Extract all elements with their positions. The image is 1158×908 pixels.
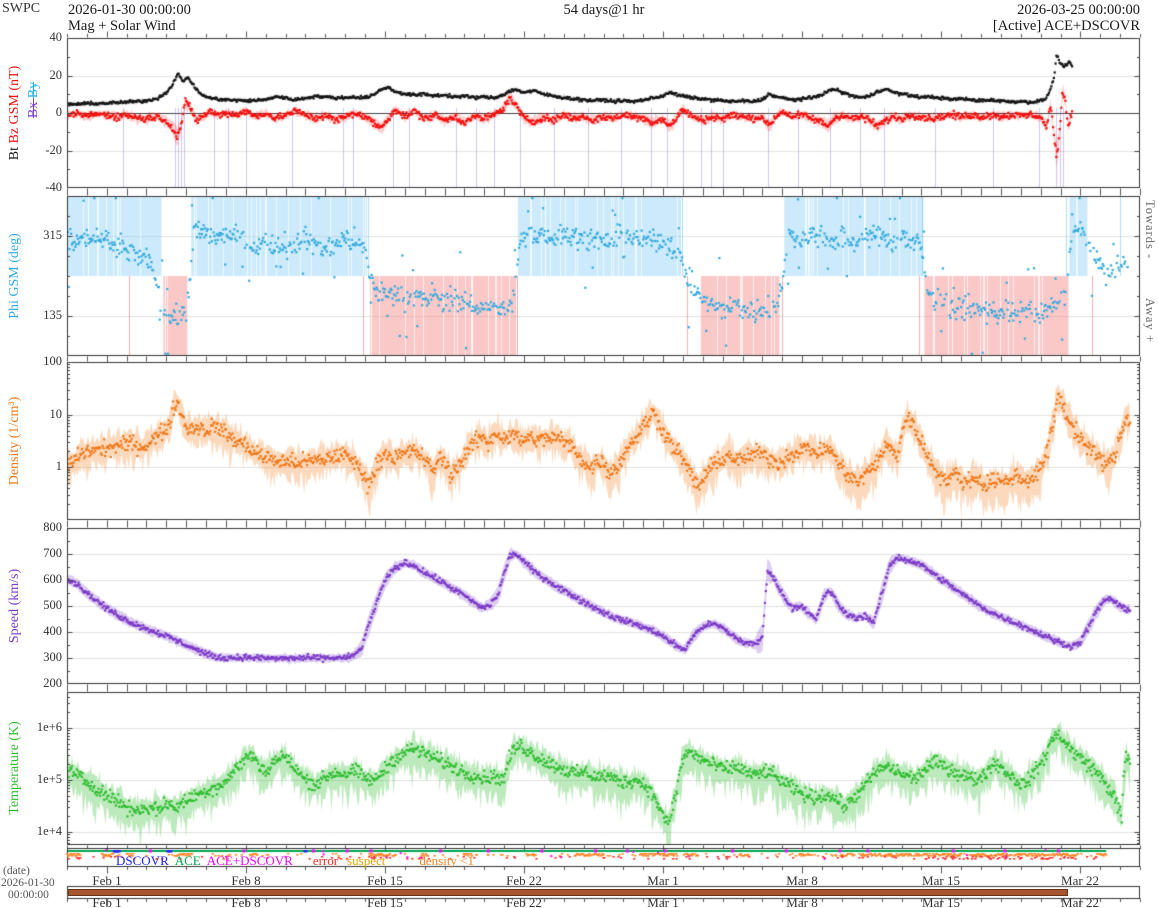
axis-start-date: 2026-01-30 — [1, 877, 55, 889]
y-tick-label: 135 — [43, 308, 62, 322]
y-tick-label: 315 — [43, 228, 62, 242]
x-tick-label: Mar 22 — [1061, 873, 1099, 888]
x-tick-label: Feb 1 — [92, 873, 122, 888]
phi-axis-label: Phi GSM (deg) — [7, 233, 22, 319]
x-tick-label: Mar 22 — [1061, 895, 1099, 908]
y-tick-label: -20 — [45, 143, 62, 157]
x-tick-label: Mar 15 — [922, 895, 960, 908]
x-tick-label: Mar 15 — [922, 873, 960, 888]
axis-start-time: 00:00:00 — [8, 889, 49, 901]
status-legend: DSCOVR ACE ACE+DSCOVR error suspect density <… — [116, 853, 474, 869]
y-tick-label: -40 — [45, 180, 62, 194]
date-axis-label: (date) — [3, 865, 30, 877]
y-tick-label: 1e+4 — [36, 824, 62, 838]
y-tick-label: 300 — [43, 650, 62, 664]
y-tick-label: 600 — [43, 572, 62, 586]
x-tick-label: Feb 15 — [367, 895, 403, 908]
y-tick-label: 1e+5 — [36, 772, 62, 786]
y-tick-label: 800 — [43, 520, 62, 534]
x-tick-label: Feb 8 — [231, 895, 261, 908]
x-tick-label: Mar 1 — [647, 895, 679, 908]
y-tick-label: 100 — [43, 354, 62, 368]
x-tick-label: Mar 1 — [647, 873, 679, 888]
legend-item-dscovr: DSCOVR — [116, 853, 169, 868]
x-tick-label: Feb 8 — [231, 873, 261, 888]
towards-sector-label: Towards - — [1143, 200, 1157, 260]
y-tick-label: 20 — [49, 68, 63, 82]
x-tick-label: Feb 15 — [367, 873, 403, 888]
y-tick-label: 1e+6 — [36, 720, 62, 734]
solar-wind-multipanel-plot: SWPC 2026-01-30 00:00:00 54 days@1 hr 20… — [0, 0, 1158, 908]
temperature-axis-label: Temperature (K) — [7, 721, 22, 815]
app-brand: SWPC — [2, 1, 41, 16]
y-tick-label: 400 — [43, 624, 62, 638]
y-tick-label: 700 — [43, 546, 62, 560]
by-label: By — [26, 81, 41, 99]
x-tick-label: Mar 8 — [786, 895, 818, 908]
plot-end-datetime: 2026-03-25 00:00:00 — [1017, 2, 1140, 18]
y-tick-label: 10 — [49, 407, 63, 421]
y-tick-label: 1 — [55, 459, 62, 473]
y-tick-label: 0 — [55, 105, 62, 119]
legend-item-error: error — [312, 853, 339, 868]
away-sector-label: Away + — [1143, 298, 1157, 343]
legend-item-density-1: density <1 — [419, 853, 475, 868]
legend-item-suspect: suspect — [347, 853, 386, 868]
x-tick-label: Mar 8 — [786, 873, 818, 888]
chart-canvas — [0, 0, 1158, 908]
y-tick-label: 40 — [49, 30, 63, 44]
legend-item-ace: ACE — [174, 853, 201, 868]
x-tick-label: Feb 22 — [506, 895, 542, 908]
y-tick-label: 200 — [43, 676, 62, 690]
data-source-label: [Active] ACE+DSCOVR — [992, 18, 1140, 34]
time-range-slider[interactable] — [68, 889, 1069, 896]
legend-item-ace-dscovr: ACE+DSCOVR — [206, 853, 293, 868]
x-tick-label: Feb 1 — [92, 895, 122, 908]
y-tick-label: 500 — [43, 598, 62, 612]
x-tick-label: Feb 22 — [506, 873, 542, 888]
